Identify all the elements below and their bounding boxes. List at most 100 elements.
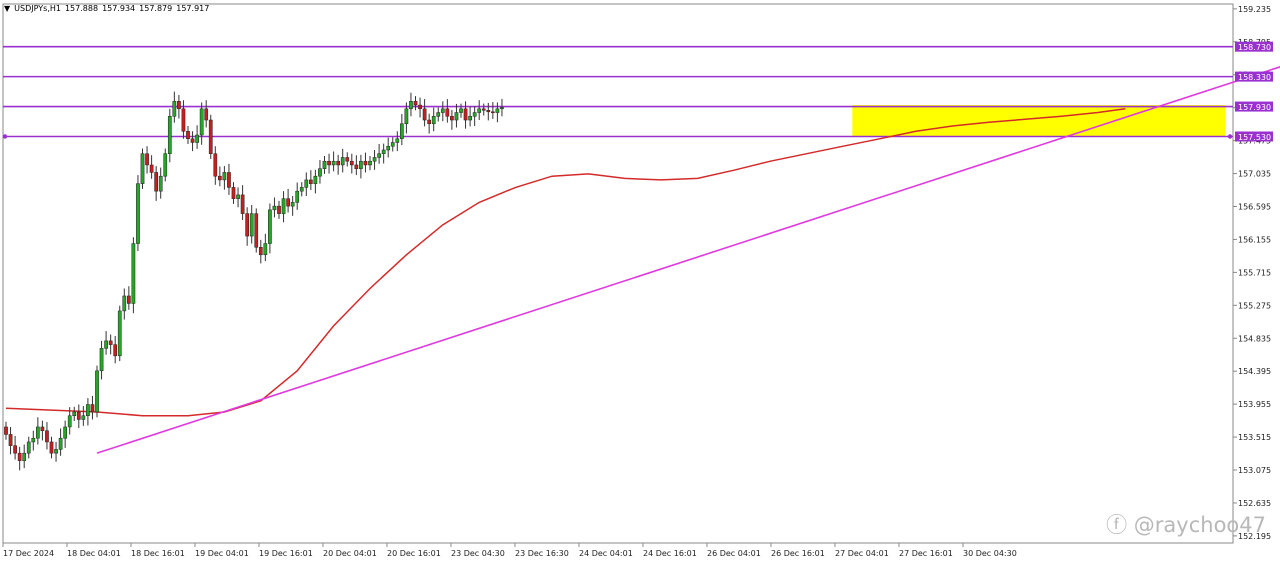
bear-candle-body xyxy=(413,101,418,106)
bull-candle-body xyxy=(404,108,409,125)
bear-candle-body xyxy=(40,426,45,431)
candle[interactable] xyxy=(131,237,136,314)
bear-candle-body xyxy=(427,119,431,125)
level-price-label: 157.530 xyxy=(1238,133,1271,142)
x-tick-label: 27 Dec 16:01 xyxy=(899,549,953,558)
y-tick-label: 152.635 xyxy=(1238,499,1271,508)
close-price: 157.917 xyxy=(176,4,210,13)
bull-candle-body xyxy=(381,149,386,154)
bull-candle-body xyxy=(299,187,304,192)
bear-candle-body xyxy=(90,404,95,413)
bear-candle-body xyxy=(13,445,17,454)
bull-candle-body xyxy=(295,190,300,203)
bear-candle-body xyxy=(213,153,218,177)
candle[interactable] xyxy=(136,175,140,252)
candle[interactable] xyxy=(140,148,145,189)
level-anchor-handle[interactable] xyxy=(1227,134,1233,139)
y-tick-label: 154.835 xyxy=(1238,334,1271,343)
x-tick-label: 26 Dec 16:01 xyxy=(771,549,825,558)
low-price: 157.879 xyxy=(139,4,173,13)
candle[interactable] xyxy=(95,365,99,418)
x-tick-label: 24 Dec 16:01 xyxy=(643,549,697,558)
bear-candle-body xyxy=(450,116,454,121)
bull-candle-body xyxy=(372,157,377,162)
bull-candle-body xyxy=(454,112,459,121)
bear-candle-body xyxy=(309,179,313,184)
bear-candle-body xyxy=(45,430,49,443)
x-tick-label: 27 Dec 04:01 xyxy=(835,549,889,558)
x-tick-label: 26 Dec 04:01 xyxy=(707,549,761,558)
level-price-label: 157.930 xyxy=(1238,103,1271,112)
x-tick-label: 20 Dec 16:01 xyxy=(387,549,441,558)
bull-candle-body xyxy=(104,340,108,349)
bear-candle-body xyxy=(218,175,222,181)
price-chart[interactable]: 159.235158.795158.355157.915157.475157.0… xyxy=(0,0,1280,561)
bull-candle-body xyxy=(436,112,441,117)
bull-candle-body xyxy=(331,160,336,166)
y-tick-label: 156.155 xyxy=(1238,235,1271,244)
bull-candle-body xyxy=(167,116,172,154)
chart-canvas[interactable]: 159.235158.795158.355157.915157.475157.0… xyxy=(0,0,1280,561)
level-price-label: 158.330 xyxy=(1238,73,1271,82)
y-tick-label: 155.275 xyxy=(1238,301,1271,310)
bear-candle-body xyxy=(76,411,81,420)
x-tick-label: 19 Dec 16:01 xyxy=(259,549,313,558)
bull-candle-body xyxy=(263,243,268,256)
bull-candle-body xyxy=(440,108,445,113)
candle[interactable] xyxy=(117,305,122,362)
bull-candle-body xyxy=(313,175,318,184)
x-tick-label: 30 Dec 04:30 xyxy=(963,549,1017,558)
bear-candle-body xyxy=(4,426,8,435)
symbol-label: USDJPYs,H1 xyxy=(14,4,61,13)
x-tick-label: 19 Dec 04:01 xyxy=(195,549,249,558)
bull-candle-body xyxy=(140,153,145,184)
chart-menu-icon[interactable]: ▼ xyxy=(4,4,10,13)
bull-candle-body xyxy=(222,172,227,181)
bear-candle-body xyxy=(190,138,195,143)
bull-candle-body xyxy=(390,142,395,147)
x-tick-label: 23 Dec 04:30 xyxy=(451,549,505,558)
bear-candle-body xyxy=(418,104,422,110)
bull-candle-body xyxy=(158,175,163,192)
plot-area-border xyxy=(2,3,1234,544)
level-price-label: 158.730 xyxy=(1238,43,1271,52)
candle[interactable] xyxy=(254,208,259,253)
bull-candle-body xyxy=(272,205,277,211)
resistance-zone[interactable] xyxy=(852,105,1226,137)
bear-candle-body xyxy=(463,108,468,121)
bull-candle-body xyxy=(86,404,90,416)
bull-candle-body xyxy=(409,101,413,110)
bull-candle-body xyxy=(377,153,381,158)
high-price: 157.934 xyxy=(102,4,136,13)
bear-candle-body xyxy=(177,101,181,110)
bear-candle-body xyxy=(208,119,213,154)
bull-candle-body xyxy=(386,145,391,151)
bear-candle-body xyxy=(258,247,263,256)
bull-candle-body xyxy=(58,437,63,450)
bull-candle-body xyxy=(195,134,199,143)
bull-candle-body xyxy=(199,108,204,136)
bear-candle-body xyxy=(349,160,354,166)
bull-candle-body xyxy=(117,310,122,357)
bear-candle-body xyxy=(8,434,13,446)
bull-candle-body xyxy=(99,348,104,372)
bear-candle-body xyxy=(49,441,54,454)
bull-candle-body xyxy=(477,108,482,113)
bear-candle-body xyxy=(354,164,359,169)
bull-candle-body xyxy=(318,168,322,177)
bear-candle-body xyxy=(327,160,331,166)
candle[interactable] xyxy=(208,114,213,159)
bear-candle-body xyxy=(286,198,290,207)
open-price: 157.888 xyxy=(64,4,99,13)
bear-candle-body xyxy=(254,213,259,248)
bull-candle-body xyxy=(63,426,67,439)
bear-candle-body xyxy=(491,111,495,114)
bear-candle-body xyxy=(204,108,209,121)
bull-candle-body xyxy=(122,295,127,312)
bear-candle-body xyxy=(481,108,486,111)
bear-candle-body xyxy=(231,187,236,199)
x-tick-label: 18 Dec 16:01 xyxy=(131,549,185,558)
bear-candle-body xyxy=(108,340,113,345)
level-anchor-handle[interactable] xyxy=(2,134,8,139)
bull-candle-body xyxy=(136,183,140,244)
